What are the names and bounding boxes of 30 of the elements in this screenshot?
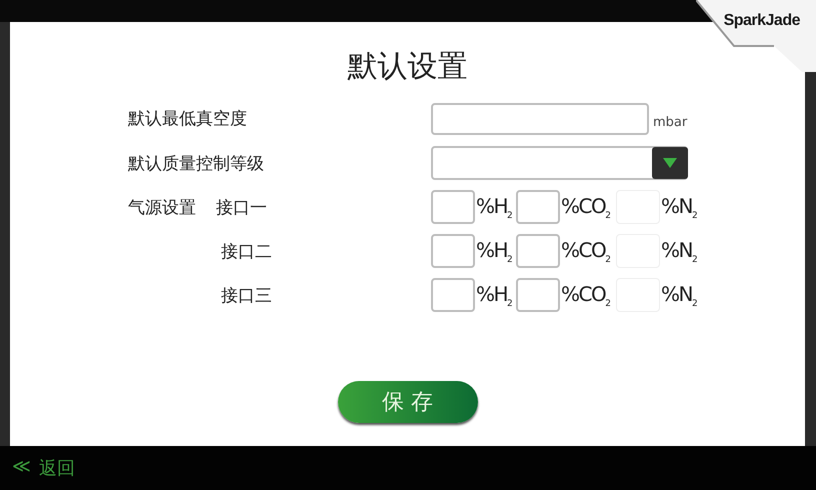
unit-label: %H$_{2}$ <box>475 238 513 264</box>
back-button[interactable]: ≪ 返回 <box>12 456 75 480</box>
dropdown-button[interactable] <box>652 147 688 179</box>
input-field[interactable] <box>431 278 475 312</box>
port-label: 接口二 <box>221 240 272 262</box>
input-field[interactable] <box>431 190 475 224</box>
input-field[interactable] <box>431 102 649 134</box>
logo: SparkJade <box>724 12 800 30</box>
port-label: 接口三 <box>221 284 272 306</box>
port-label: 接口一 <box>216 196 267 218</box>
unit-label: %N$_{2}$ <box>660 194 698 220</box>
field-label: 默认最低真空度 <box>128 108 248 130</box>
input-field[interactable] <box>431 234 475 268</box>
save-button[interactable]: 保 存 <box>338 381 478 423</box>
unit-label: %N$_{2}$ <box>660 282 698 308</box>
page-title: 默认设置 <box>348 48 468 86</box>
unit-label: %H$_{2}$ <box>475 194 513 220</box>
dropdown-field[interactable] <box>431 146 688 180</box>
section-label: 气源设置 <box>128 196 196 218</box>
unit-label: mbar <box>653 114 688 130</box>
unit-label: %CO$_{2}$ <box>560 282 611 308</box>
input-field[interactable] <box>516 190 560 224</box>
caret-icon <box>663 158 677 168</box>
field-label: 默认质量控制等级 <box>128 152 265 174</box>
unit-label: %H$_{2}$ <box>475 282 513 308</box>
unit-label: %CO$_{2}$ <box>560 238 611 264</box>
input-field[interactable] <box>516 234 560 268</box>
input-field[interactable] <box>516 278 560 312</box>
unit-label: %N$_{2}$ <box>660 238 698 264</box>
unit-label: %CO$_{2}$ <box>560 194 611 220</box>
